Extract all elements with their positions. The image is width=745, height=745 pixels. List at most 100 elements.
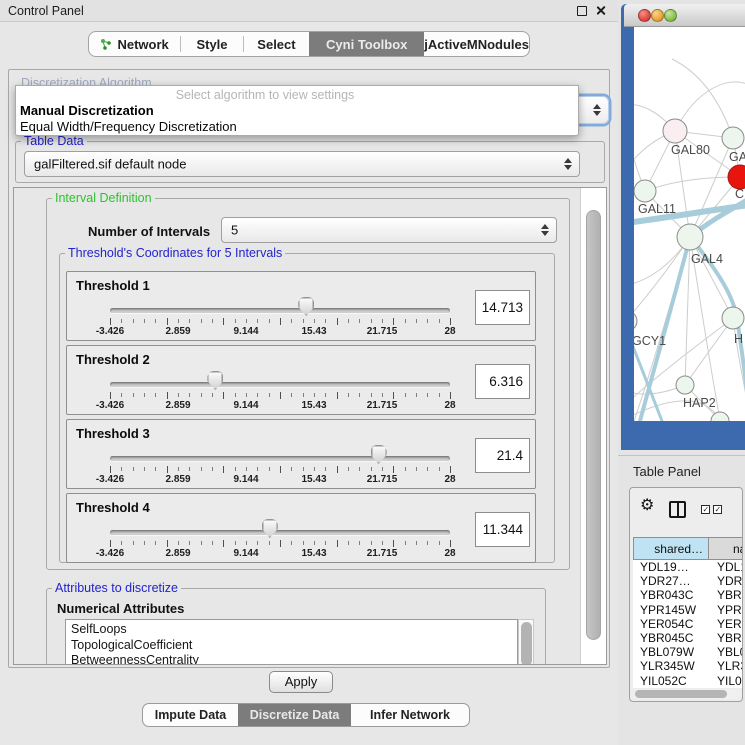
network-node[interactable] — [722, 127, 744, 149]
slider-scale-labels: -3.4262.8599.14415.4321.71528 — [110, 474, 450, 486]
table-row[interactable]: YBL079WYBL079W — [633, 645, 743, 659]
gear-icon[interactable]: ⚙ — [640, 498, 654, 514]
threshold-2-label: Threshold 2 — [76, 352, 150, 367]
close-icon[interactable] — [595, 5, 606, 16]
table-row[interactable]: YDL19…YDL19… — [633, 560, 743, 574]
threshold-2-panel: Threshold 2 -3.4262.8599.14415.4321.7152… — [66, 345, 536, 415]
number-of-intervals-label: Number of Intervals — [88, 224, 210, 239]
tab-label: Infer Network — [370, 708, 450, 722]
tab-cyni-toolbox[interactable]: Cyni Toolbox — [309, 32, 424, 56]
tab-discretize-data[interactable]: Discretize Data — [238, 704, 351, 726]
scrollbar-thumb[interactable] — [586, 210, 601, 640]
checkbox-icon — [713, 505, 722, 514]
threshold-1-value-field[interactable]: 14.713 — [475, 290, 530, 325]
threshold-4-value-field[interactable]: 11.344 — [475, 512, 530, 547]
mac-minimize-button[interactable] — [651, 9, 664, 22]
network-node[interactable] — [663, 119, 687, 143]
dropdown-hint-item[interactable]: Select algorithm to view settings — [16, 88, 578, 102]
top-tab-bar: Network Style Select Cyni Toolbox jActiv… — [88, 31, 530, 57]
tab-network[interactable]: Network — [89, 32, 180, 56]
table-panel-title: Table Panel — [633, 464, 701, 479]
tab-label: Cyni Toolbox — [326, 37, 407, 52]
tab-jactivemnodules[interactable]: jActiveMNodules — [424, 32, 529, 56]
table-row[interactable]: YBR043CYBR043C — [633, 588, 743, 602]
numerical-attributes-label: Numerical Attributes — [57, 601, 184, 616]
settings-vertical-scrollbar[interactable] — [580, 188, 606, 664]
network-node[interactable] — [634, 311, 637, 331]
tab-label: Discretize Data — [250, 708, 340, 722]
attribute-item[interactable]: BetweennessCentrality — [71, 653, 517, 664]
discretization-algorithm-group: Discretization Algorithm Select algorith… — [8, 69, 610, 668]
float-icon[interactable] — [577, 6, 587, 16]
tab-infer-network[interactable]: Infer Network — [351, 704, 469, 726]
network-node-label: HAP2 — [683, 396, 716, 410]
table-rows: YDL19…YDL19…YDR27…YDR27…YBR043CYBR043CYP… — [633, 560, 743, 688]
network-node-label: GAL4 — [691, 252, 723, 266]
threshold-3-slider-handle[interactable] — [371, 445, 387, 464]
attribute-item[interactable]: SelfLoops — [71, 622, 517, 638]
tab-impute-data[interactable]: Impute Data — [143, 704, 238, 726]
tab-label: Select — [257, 37, 295, 52]
threshold-2-slider-handle[interactable] — [207, 371, 223, 390]
tab-label: jActiveMNodules — [424, 37, 529, 52]
table-data-group: Table Data galFiltered.sif default node — [15, 141, 605, 183]
checkboxes-icon[interactable] — [701, 505, 723, 514]
attributes-list-scrollbar[interactable] — [518, 619, 534, 664]
tab-label: Impute Data — [155, 708, 227, 722]
threshold-1-slider-handle[interactable] — [298, 297, 314, 316]
column-header-shared-name[interactable]: shared… — [633, 537, 709, 560]
threshold-3-value-field[interactable]: 21.4 — [475, 438, 530, 473]
threshold-2-value-field[interactable]: 6.316 — [475, 364, 530, 399]
network-node[interactable] — [634, 180, 656, 202]
threshold-3-panel: Threshold 3 -3.4262.8599.14415.4321.7152… — [66, 419, 536, 489]
apply-button[interactable]: Apply — [269, 671, 333, 693]
checkbox-icon — [701, 505, 710, 514]
attributes-group: Attributes to discretize Numerical Attri… — [46, 588, 546, 664]
table-panel-region: Table Panel ⚙ shared… name YDL19…YDL19…Y… — [618, 455, 745, 745]
threshold-1-panel: Threshold 1 -3.4262.8599.14415.4321.7152… — [66, 271, 536, 341]
network-node[interactable] — [676, 376, 694, 394]
table-row[interactable]: YLR345WYLR345W — [633, 659, 743, 673]
settings-scrollpane: Interval Definition Number of Intervals … — [13, 187, 607, 665]
threshold-1-label: Threshold 1 — [76, 278, 150, 293]
table-data-label: Table Data — [21, 134, 87, 148]
scrollbar-thumb[interactable] — [635, 690, 727, 698]
numerical-attributes-list[interactable]: SelfLoopsTopologicalCoefficientBetweenne… — [65, 619, 518, 664]
table-row[interactable]: YDR27…YDR27… — [633, 574, 743, 588]
network-canvas[interactable]: GAL80GACGAL11GAL4GCY1HHAP2 — [634, 27, 745, 421]
dropdown-option-equal-width-frequency[interactable]: Equal Width/Frequency Discretization — [20, 119, 237, 134]
slider-scale-labels: -3.4262.8599.14415.4321.71528 — [110, 400, 450, 412]
columns-icon[interactable] — [669, 501, 686, 518]
network-icon — [100, 38, 112, 51]
network-window-titlebar[interactable] — [624, 4, 745, 27]
table-horizontal-scrollbar[interactable] — [633, 689, 741, 699]
network-node-label: H — [734, 332, 743, 346]
network-node[interactable] — [728, 165, 745, 189]
tab-style[interactable]: Style — [181, 32, 243, 56]
scrollbar-thumb[interactable] — [521, 622, 532, 664]
mac-close-button[interactable] — [638, 9, 651, 22]
attribute-item[interactable]: TopologicalCoefficient — [71, 638, 517, 654]
table-row[interactable]: YER054CYER054C — [633, 617, 743, 631]
network-node[interactable] — [722, 307, 744, 329]
network-node-label: C — [735, 187, 744, 201]
number-of-intervals-combobox[interactable]: 5 — [221, 217, 557, 243]
table-row[interactable]: YIL052CYIL052C — [633, 674, 743, 688]
algorithm-dropdown-popup: Select algorithm to view settings Manual… — [15, 85, 579, 136]
network-node-label: GCY1 — [634, 334, 666, 348]
tab-select[interactable]: Select — [244, 32, 309, 56]
slider-scale-labels: -3.4262.8599.14415.4321.71528 — [110, 326, 450, 338]
threshold-4-label: Threshold 4 — [76, 500, 150, 515]
network-node-label: GAL80 — [671, 143, 710, 157]
table-row[interactable]: YPR145WYPR145W — [633, 603, 743, 617]
table-data-combobox[interactable]: galFiltered.sif default node — [24, 151, 580, 177]
threshold-4-panel: Threshold 4 -3.4262.8599.14415.4321.7152… — [66, 493, 536, 563]
column-header-name[interactable]: name — [708, 537, 743, 560]
dropdown-option-manual-discretization[interactable]: Manual Discretization — [20, 103, 154, 118]
network-view-window: GAL80GACGAL11GAL4GCY1HHAP2 — [621, 4, 745, 450]
table-row[interactable]: YBR045CYBR045C — [633, 631, 743, 645]
mac-zoom-button[interactable] — [664, 9, 677, 22]
slider-ticks — [110, 466, 450, 474]
network-node[interactable] — [677, 224, 703, 250]
threshold-4-slider-handle[interactable] — [262, 519, 278, 538]
